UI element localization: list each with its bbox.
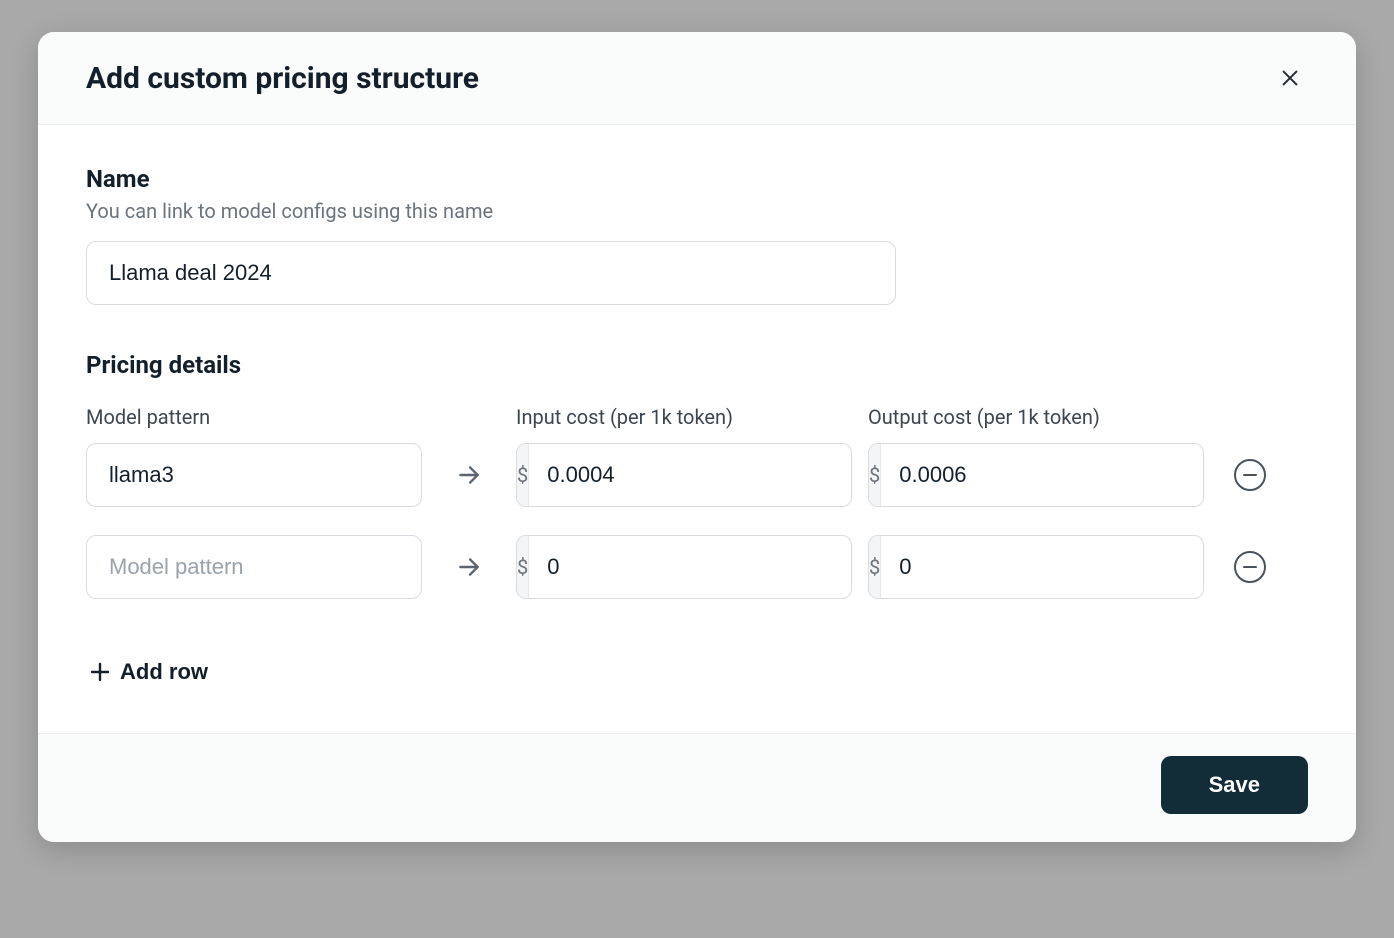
minus-icon xyxy=(1243,474,1257,476)
arrow-right-icon xyxy=(438,554,500,580)
arrow-right-icon xyxy=(438,462,500,488)
pricing-section: Pricing details Model pattern Input cost… xyxy=(86,351,1308,689)
currency-prefix: $ xyxy=(869,536,881,598)
pricing-rows: $$$$ xyxy=(86,443,1308,599)
modal-body: Name You can link to model configs using… xyxy=(38,125,1356,733)
name-subtext: You can link to model configs using this… xyxy=(86,199,1308,223)
col-header-pattern: Model pattern xyxy=(86,405,422,429)
col-header-input-cost: Input cost (per 1k token) xyxy=(516,405,852,429)
modal-header: Add custom pricing structure xyxy=(38,32,1356,125)
close-button[interactable] xyxy=(1272,60,1308,96)
col-header-output-cost: Output cost (per 1k token) xyxy=(868,405,1204,429)
output-cost-input[interactable] xyxy=(881,536,1204,598)
column-headers: Model pattern Input cost (per 1k token) … xyxy=(86,405,1308,429)
close-icon xyxy=(1279,67,1301,89)
col-header-spacer-end xyxy=(1220,405,1280,429)
modal-title: Add custom pricing structure xyxy=(86,61,479,96)
pricing-modal: Add custom pricing structure Name You ca… xyxy=(38,32,1356,842)
output-cost: $ xyxy=(868,443,1204,507)
name-input[interactable] xyxy=(86,241,896,305)
save-button[interactable]: Save xyxy=(1161,756,1308,814)
input-cost-input[interactable] xyxy=(529,444,852,506)
plus-icon xyxy=(88,660,112,684)
currency-prefix: $ xyxy=(517,536,529,598)
output-cost-input[interactable] xyxy=(881,444,1204,506)
output-cost: $ xyxy=(868,535,1204,599)
remove-row-button[interactable] xyxy=(1234,459,1266,491)
name-heading: Name xyxy=(86,165,1308,193)
input-cost-input[interactable] xyxy=(529,536,852,598)
name-section: Name You can link to model configs using… xyxy=(86,165,1308,305)
currency-prefix: $ xyxy=(869,444,881,506)
model-pattern-input[interactable] xyxy=(86,535,422,599)
pricing-row: $$ xyxy=(86,443,1308,507)
add-row-button[interactable]: Add row xyxy=(86,655,210,689)
modal-footer: Save xyxy=(38,733,1356,842)
minus-icon xyxy=(1243,566,1257,568)
pricing-heading: Pricing details xyxy=(86,351,1308,379)
remove-row-button[interactable] xyxy=(1234,551,1266,583)
currency-prefix: $ xyxy=(517,444,529,506)
input-cost: $ xyxy=(516,443,852,507)
add-row-label: Add row xyxy=(120,659,208,685)
model-pattern-input[interactable] xyxy=(86,443,422,507)
pricing-row: $$ xyxy=(86,535,1308,599)
col-header-spacer xyxy=(438,405,500,429)
input-cost: $ xyxy=(516,535,852,599)
